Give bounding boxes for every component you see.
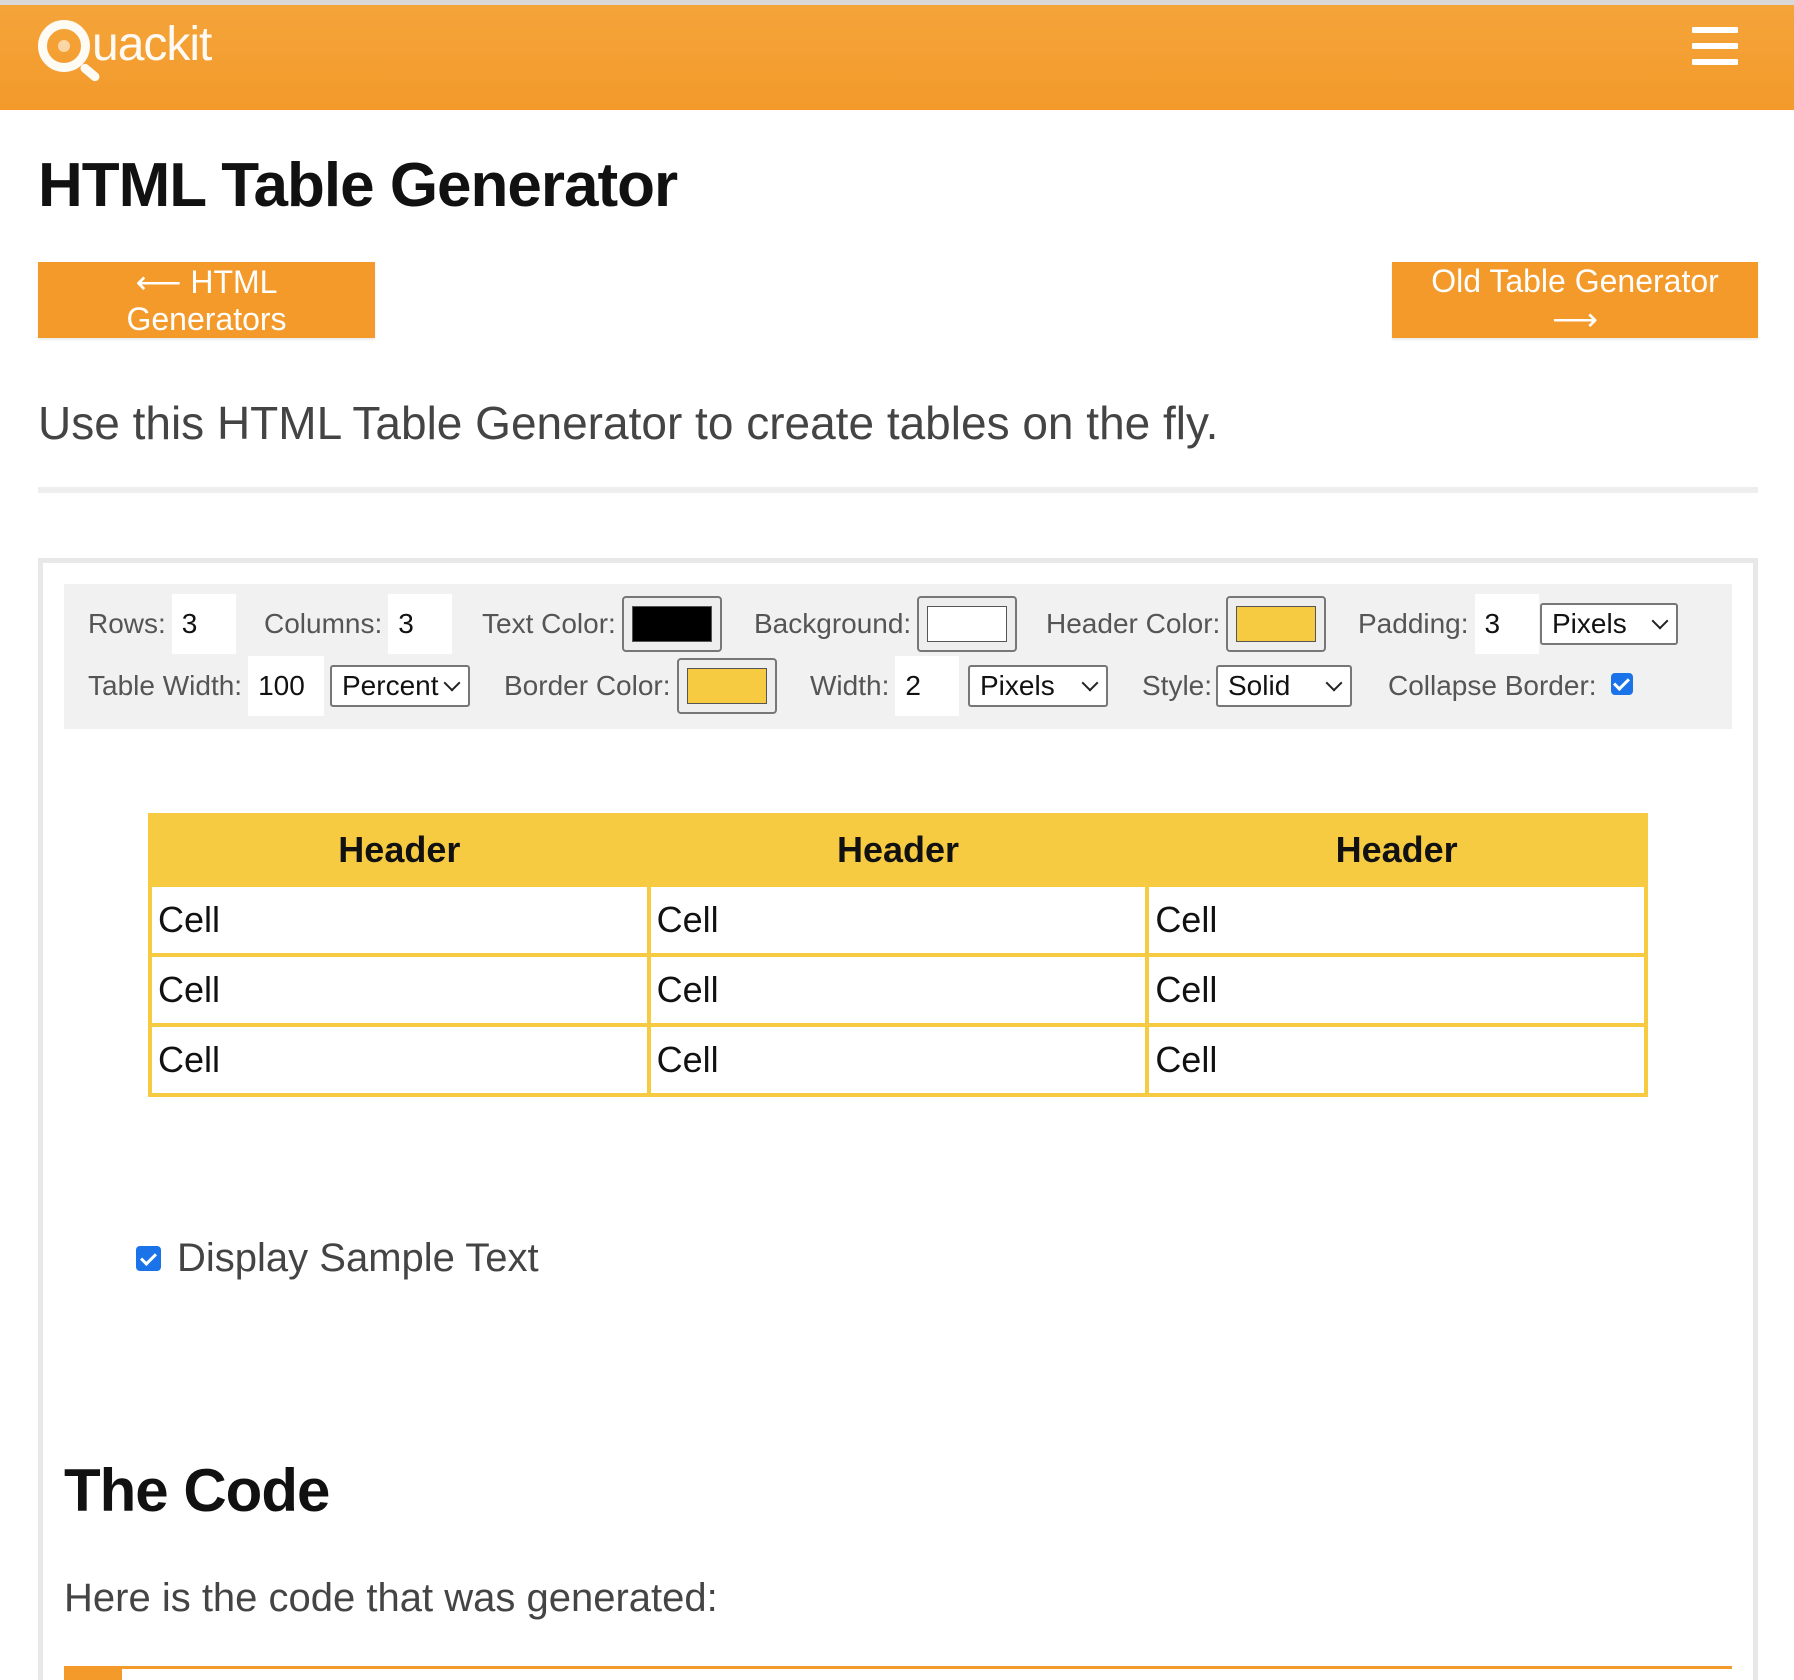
padding-unit-value: Pixels — [1552, 608, 1627, 639]
menu-bar — [1692, 27, 1738, 33]
magnifier-logo-icon — [38, 20, 90, 72]
menu-bar — [1692, 43, 1738, 49]
table-header-cell: Header — [646, 813, 1150, 887]
table-cell: Cell — [148, 883, 651, 957]
border-width-control: Width: — [810, 656, 960, 716]
code-section-title: The Code — [64, 1457, 330, 1524]
divider — [38, 487, 1758, 493]
logo-text: uackit — [92, 17, 212, 71]
collapse-border-control: Collapse Border: — [1388, 656, 1633, 716]
collapse-border-label: Collapse Border: — [1388, 670, 1597, 701]
columns-control: Columns: — [264, 594, 453, 654]
table-width-label: Table Width: — [88, 670, 243, 701]
table-width-unit-value: Percent — [342, 670, 439, 701]
border-width-input[interactable] — [895, 656, 960, 716]
hamburger-menu-icon[interactable] — [1692, 27, 1738, 65]
background-control: Background: — [754, 594, 1018, 654]
header-color-swatch — [1236, 606, 1317, 642]
chevron-down-icon — [1651, 612, 1669, 630]
table-cell: Cell — [646, 953, 1150, 1027]
table-width-unit-select[interactable]: Percent — [330, 665, 470, 707]
table-header-row: Header Header Header — [148, 813, 1648, 887]
columns-input[interactable] — [388, 594, 453, 654]
columns-label: Columns: — [264, 608, 383, 639]
text-color-control: Text Color: — [482, 594, 722, 654]
style-control: Style: — [1142, 656, 1212, 716]
border-color-label: Border Color: — [504, 670, 671, 701]
table-cell: Cell — [646, 883, 1150, 957]
border-style-select[interactable]: Solid — [1216, 665, 1352, 707]
table-cell: Cell — [148, 953, 651, 1027]
table-cell: Cell — [1145, 883, 1648, 957]
chevron-down-icon — [1081, 674, 1099, 692]
intro-text: Use this HTML Table Generator to create … — [38, 397, 1219, 449]
display-sample-text-checkbox[interactable] — [136, 1246, 161, 1271]
table-header-cell: Header — [148, 813, 651, 887]
border-color-picker[interactable] — [676, 658, 777, 714]
text-color-label: Text Color: — [482, 608, 616, 639]
header-color-control: Header Color: — [1046, 594, 1327, 654]
style-label: Style: — [1142, 670, 1213, 701]
padding-label: Padding: — [1358, 608, 1469, 639]
menu-bar — [1692, 59, 1738, 65]
site-header: uackit — [0, 0, 1794, 110]
padding-unit-select[interactable]: Pixels — [1540, 603, 1678, 645]
rows-input[interactable] — [171, 594, 236, 654]
border-width-unit-value: Pixels — [980, 670, 1055, 701]
table-row: Cell Cell Cell — [148, 1023, 1648, 1097]
code-block-top — [64, 1666, 1732, 1680]
page-title: HTML Table Generator — [38, 151, 678, 220]
collapse-border-checkbox[interactable] — [1610, 673, 1633, 695]
table-cell: Cell — [1145, 1023, 1648, 1097]
border-width-label: Width: — [810, 670, 890, 701]
table-header-cell: Header — [1145, 813, 1648, 887]
border-color-control: Border Color: — [504, 656, 777, 716]
table-row: Cell Cell Cell — [148, 953, 1648, 1027]
quackit-logo[interactable]: uackit — [38, 11, 212, 81]
rows-control: Rows: — [88, 594, 236, 654]
table-controls: Rows: Columns: Text Color: Background: H… — [64, 584, 1732, 729]
padding-control: Padding: — [1358, 594, 1539, 654]
header-color-picker[interactable] — [1226, 596, 1327, 652]
table-cell: Cell — [148, 1023, 651, 1097]
background-color-swatch — [927, 606, 1008, 642]
text-color-picker[interactable] — [621, 596, 722, 652]
chevron-down-icon — [443, 674, 461, 692]
padding-input[interactable] — [1474, 594, 1539, 654]
html-generators-button[interactable]: ⟵ HTML Generators — [38, 262, 375, 338]
text-color-swatch — [631, 606, 712, 642]
code-section-intro: Here is the code that was generated: — [64, 1576, 718, 1620]
preview-table: Header Header Header Cell Cell Cell Cell… — [148, 813, 1648, 1097]
chevron-down-icon — [1325, 674, 1343, 692]
table-width-input[interactable] — [248, 656, 325, 716]
border-width-unit-select[interactable]: Pixels — [968, 665, 1108, 707]
table-width-control: Table Width: — [88, 656, 325, 716]
display-sample-text-option: Display Sample Text — [136, 1236, 539, 1281]
border-style-value: Solid — [1228, 670, 1291, 701]
rows-label: Rows: — [88, 608, 166, 639]
table-cell: Cell — [646, 1023, 1150, 1097]
background-label: Background: — [754, 608, 912, 639]
border-color-swatch — [686, 668, 767, 704]
display-sample-text-label[interactable]: Display Sample Text — [177, 1236, 539, 1281]
old-table-generator-button[interactable]: Old Table Generator ⟶ — [1392, 262, 1758, 338]
background-color-picker[interactable] — [917, 596, 1018, 652]
table-cell: Cell — [1145, 953, 1648, 1027]
table-row: Cell Cell Cell — [148, 883, 1648, 957]
header-color-label: Header Color: — [1046, 608, 1221, 639]
